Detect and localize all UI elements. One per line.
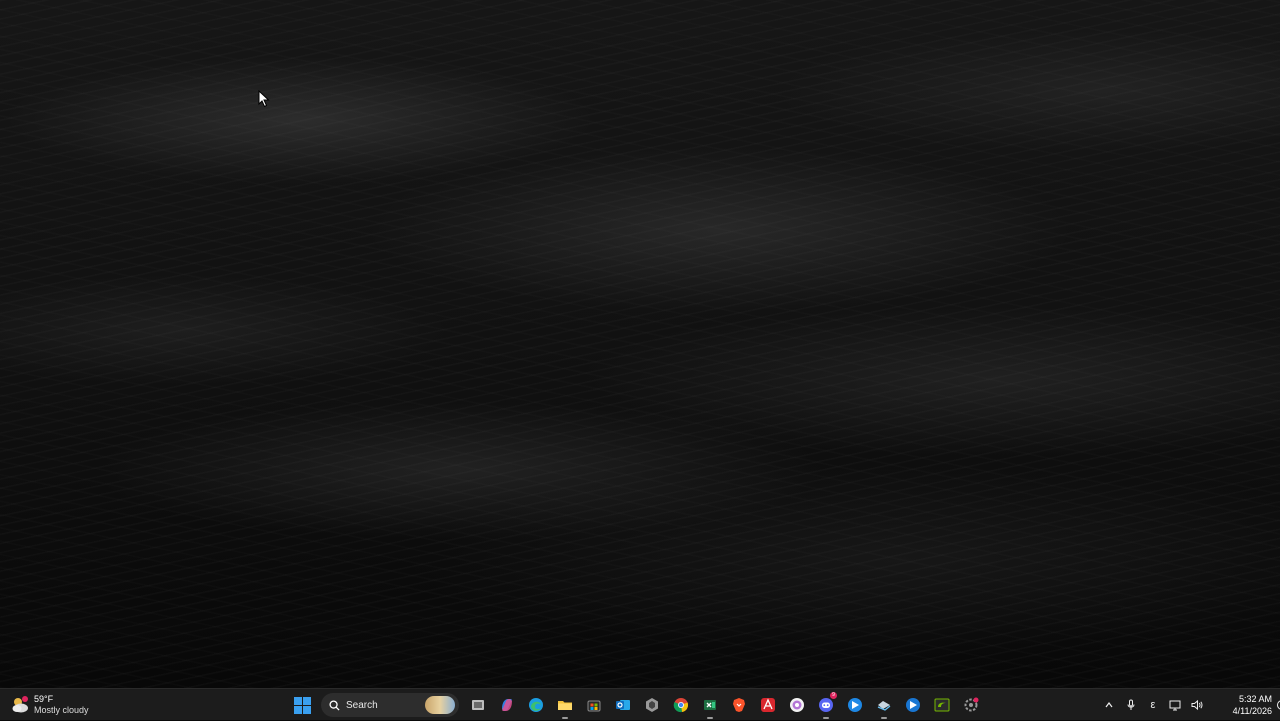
steam-button[interactable] [869, 690, 898, 720]
show-hidden-icons-button[interactable] [1098, 690, 1120, 720]
brave-icon [731, 697, 747, 713]
file-explorer-button[interactable] [550, 690, 579, 720]
windows-logo-icon [294, 697, 311, 714]
notification-center-button[interactable] [1272, 690, 1280, 720]
copilot-icon [499, 697, 515, 713]
outlook-button[interactable] [608, 690, 637, 720]
excel-button[interactable] [695, 690, 724, 720]
blue-arrow-app-button-1[interactable] [840, 690, 869, 720]
search-box[interactable]: Search [321, 693, 459, 717]
discord-notification-badge: 9 [830, 692, 837, 699]
volume-button[interactable] [1186, 690, 1208, 720]
copilot-button[interactable] [492, 690, 521, 720]
store-icon [586, 697, 602, 713]
round-app-button[interactable] [782, 690, 811, 720]
blue-arrow-app-button-2[interactable] [898, 690, 927, 720]
hexagon-icon [644, 697, 660, 713]
cloudy-weather-icon [10, 695, 30, 715]
excel-icon [702, 697, 718, 713]
clock-date: 4/11/2026 [1233, 705, 1272, 717]
outlook-icon [615, 697, 631, 713]
edge-icon [528, 697, 544, 713]
desktop-wallpaper[interactable] [0, 0, 1280, 688]
speaker-icon [1191, 699, 1203, 711]
acrobat-button[interactable] [753, 690, 782, 720]
chrome-button[interactable] [666, 690, 695, 720]
search-icon [329, 700, 340, 711]
settings-app-button[interactable] [956, 690, 985, 720]
wallpaper-texture [0, 0, 1280, 688]
search-highlight-image [425, 696, 455, 714]
taskbar-apps: Search [288, 689, 985, 721]
system-tray: ε 5:32 AM 4/11/2026 [1098, 689, 1280, 721]
nvidia-icon [934, 697, 950, 713]
microphone-icon [1126, 699, 1136, 711]
start-button[interactable] [288, 690, 317, 720]
folder-icon [557, 697, 573, 713]
blue-arrow-app-icon [847, 697, 863, 713]
microsoft-store-button[interactable] [579, 690, 608, 720]
weather-widget[interactable]: 59°F Mostly cloudy [10, 692, 89, 718]
steam-icon [876, 697, 892, 713]
weather-temperature: 59°F [34, 694, 89, 705]
weather-condition: Mostly cloudy [34, 705, 89, 716]
brave-button[interactable] [724, 690, 753, 720]
task-view-icon [470, 697, 486, 713]
microphone-button[interactable] [1120, 690, 1142, 720]
clock-time: 5:32 AM [1239, 693, 1272, 705]
blue-arrow-app-icon [905, 697, 921, 713]
notification-bell-icon [1276, 699, 1280, 711]
round-app-icon [789, 697, 805, 713]
edge-button[interactable] [521, 690, 550, 720]
language-indicator[interactable]: ε [1142, 690, 1164, 720]
clock[interactable]: 5:32 AM 4/11/2026 [1214, 693, 1272, 717]
hexagon-app-button[interactable] [637, 690, 666, 720]
settings-app-icon [963, 697, 979, 713]
taskbar: 59°F Mostly cloudy Search [0, 688, 1280, 720]
discord-button[interactable]: 9 [811, 690, 840, 720]
acrobat-icon [760, 697, 776, 713]
language-label: ε [1151, 699, 1156, 711]
network-icon [1169, 699, 1181, 711]
search-placeholder: Search [346, 700, 378, 711]
chevron-up-icon [1104, 700, 1114, 710]
network-button[interactable] [1164, 690, 1186, 720]
chrome-icon [673, 697, 689, 713]
task-view-button[interactable] [463, 690, 492, 720]
discord-icon [818, 697, 834, 713]
nvidia-button[interactable] [927, 690, 956, 720]
